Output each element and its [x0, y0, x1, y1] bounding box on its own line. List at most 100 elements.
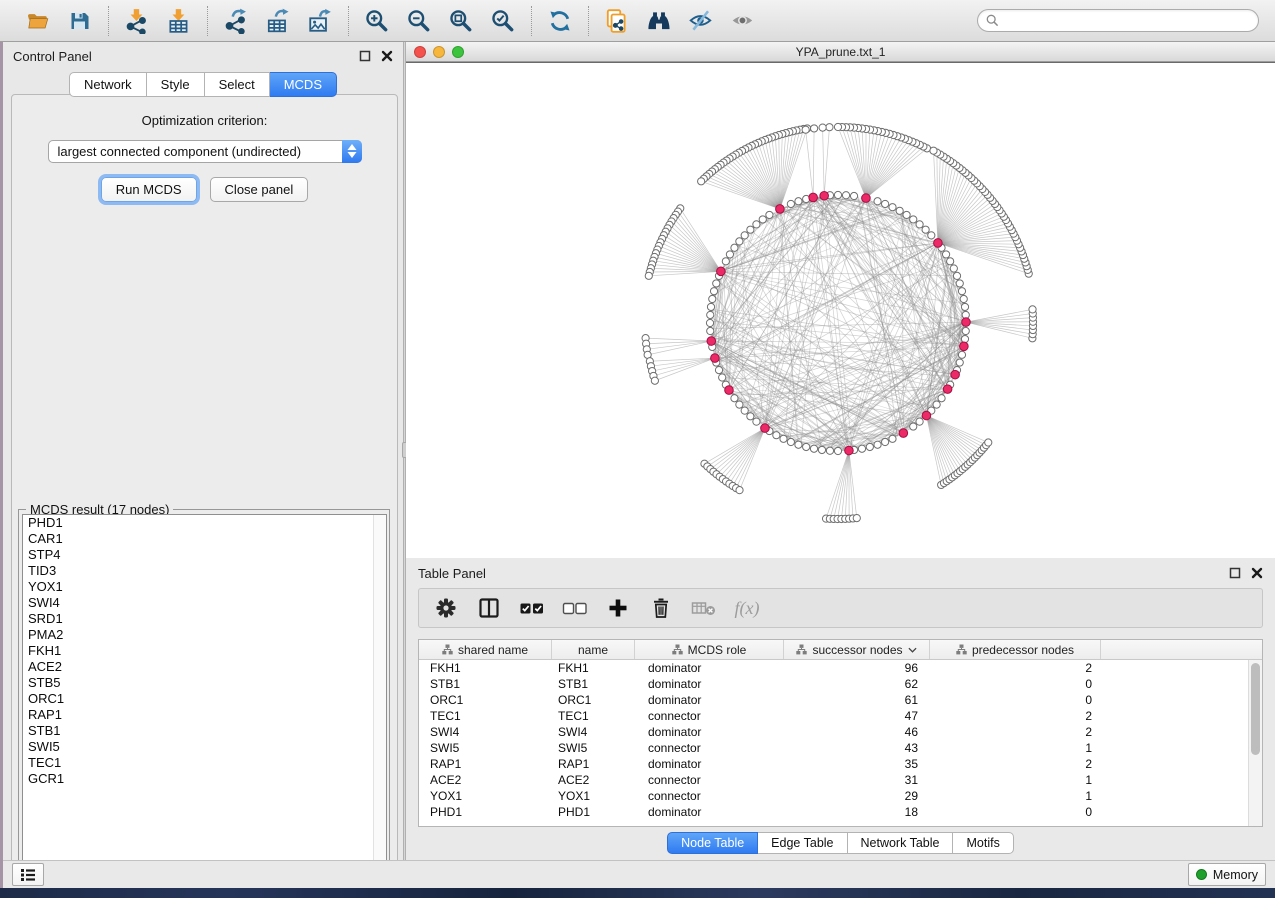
network-node[interactable]	[958, 288, 965, 295]
mcds-result-item[interactable]: STP4	[23, 547, 386, 563]
network-node[interactable]	[896, 207, 903, 214]
network-hub-node[interactable]	[960, 342, 969, 351]
export-image-button[interactable]	[302, 4, 338, 38]
network-node[interactable]	[933, 401, 940, 408]
network-node[interactable]	[709, 295, 716, 302]
network-node[interactable]	[985, 439, 992, 446]
network-node[interactable]	[866, 443, 873, 450]
column-header-successor-nodes[interactable]: successor nodes	[784, 640, 930, 659]
zoom-fit-button[interactable]	[443, 4, 479, 38]
network-hub-node[interactable]	[943, 385, 952, 394]
network-node[interactable]	[747, 413, 754, 420]
network-node[interactable]	[810, 445, 817, 452]
import-network-button[interactable]	[119, 4, 155, 38]
save-session-button[interactable]	[62, 4, 98, 38]
network-node[interactable]	[818, 446, 825, 453]
network-node[interactable]	[826, 447, 833, 454]
network-node[interactable]	[766, 211, 773, 218]
network-node[interactable]	[834, 447, 841, 454]
mcds-result-item[interactable]: ACE2	[23, 659, 386, 675]
network-node[interactable]	[747, 226, 754, 233]
network-node[interactable]	[928, 232, 935, 239]
table-row[interactable]: TEC1TEC1connector472	[419, 708, 1248, 724]
network-node[interactable]	[726, 251, 733, 258]
network-node[interactable]	[947, 258, 954, 265]
network-node[interactable]	[874, 198, 881, 205]
table-row[interactable]: ORC1ORC1dominator610	[419, 692, 1248, 708]
network-hub-node[interactable]	[845, 446, 854, 455]
network-node[interactable]	[950, 265, 957, 272]
mcds-result-item[interactable]: SWI5	[23, 739, 386, 755]
network-node[interactable]	[713, 280, 720, 287]
network-hub-node[interactable]	[962, 318, 971, 327]
refresh-view-button[interactable]	[542, 4, 578, 38]
network-node[interactable]	[826, 124, 833, 131]
network-node[interactable]	[741, 232, 748, 239]
create-column-button[interactable]	[605, 593, 631, 623]
network-node[interactable]	[962, 327, 969, 334]
run-mcds-button[interactable]: Run MCDS	[101, 177, 197, 202]
network-node[interactable]	[1029, 306, 1036, 313]
tab-select[interactable]: Select	[205, 72, 270, 97]
zoom-out-button[interactable]	[401, 4, 437, 38]
network-hub-node[interactable]	[934, 239, 943, 248]
close-panel-button-mcds[interactable]: Close panel	[210, 177, 309, 202]
tab-network[interactable]: Network	[69, 72, 147, 97]
mcds-result-item[interactable]: RAP1	[23, 707, 386, 723]
network-node[interactable]	[956, 359, 963, 366]
search-input[interactable]	[1004, 14, 1250, 28]
network-node[interactable]	[958, 351, 965, 358]
network-node[interactable]	[882, 200, 889, 207]
network-node[interactable]	[773, 432, 780, 439]
network-hub-node[interactable]	[809, 193, 818, 202]
column-header-mcds-role[interactable]: MCDS role	[635, 640, 784, 659]
table-row[interactable]: FKH1FKH1dominator962	[419, 660, 1248, 676]
network-node[interactable]	[834, 123, 841, 130]
network-node[interactable]	[882, 438, 889, 445]
network-node[interactable]	[956, 280, 963, 287]
network-node[interactable]	[698, 178, 705, 185]
mcds-result-item[interactable]: YOX1	[23, 579, 386, 595]
export-table-button[interactable]	[260, 4, 296, 38]
column-header-name[interactable]: name	[552, 640, 635, 659]
clone-network-button[interactable]	[599, 4, 635, 38]
float-table-panel-button[interactable]	[1229, 567, 1241, 579]
network-node[interactable]	[819, 124, 826, 131]
network-node[interactable]	[803, 443, 810, 450]
network-node[interactable]	[736, 401, 743, 408]
network-hub-node[interactable]	[707, 337, 716, 346]
memory-button[interactable]: Memory	[1188, 863, 1266, 886]
network-node[interactable]	[916, 221, 923, 228]
network-node[interactable]	[910, 216, 917, 223]
mcds-result-item[interactable]: GCR1	[23, 771, 386, 787]
network-node[interactable]	[741, 407, 748, 414]
mcds-result-list[interactable]: PHD1CAR1STP4TID3YOX1SWI4SRD1PMA2FKH1ACE2…	[22, 514, 387, 875]
network-node[interactable]	[780, 435, 787, 442]
table-scrollbar-thumb[interactable]	[1251, 663, 1260, 755]
table-row[interactable]: SWI4SWI4dominator462	[419, 724, 1248, 740]
network-node[interactable]	[736, 238, 743, 245]
network-node[interactable]	[850, 192, 857, 199]
import-table-button[interactable]	[161, 4, 197, 38]
network-node[interactable]	[707, 311, 714, 318]
mcds-result-item[interactable]: TID3	[23, 563, 386, 579]
network-hub-node[interactable]	[820, 191, 829, 200]
network-node[interactable]	[811, 125, 818, 132]
network-hub-node[interactable]	[862, 194, 871, 203]
network-node[interactable]	[787, 200, 794, 207]
table-row[interactable]: ACE2ACE2connector311	[419, 772, 1248, 788]
network-node[interactable]	[736, 487, 743, 494]
network-node[interactable]	[842, 192, 849, 199]
network-node[interactable]	[722, 258, 729, 265]
network-node[interactable]	[930, 147, 937, 154]
network-node[interactable]	[731, 244, 738, 251]
close-table-panel-button[interactable]	[1251, 567, 1263, 579]
table-row[interactable]: PHD1PHD1dominator180	[419, 804, 1248, 820]
criterion-dropdown[interactable]: largest connected component (undirected)	[48, 140, 362, 163]
network-node[interactable]	[787, 438, 794, 445]
network-node[interactable]	[916, 418, 923, 425]
mcds-result-item[interactable]: CAR1	[23, 531, 386, 547]
table-row[interactable]: STB1STB1dominator620	[419, 676, 1248, 692]
table-scrollbar[interactable]	[1248, 660, 1262, 826]
delete-column-button[interactable]	[648, 593, 674, 623]
